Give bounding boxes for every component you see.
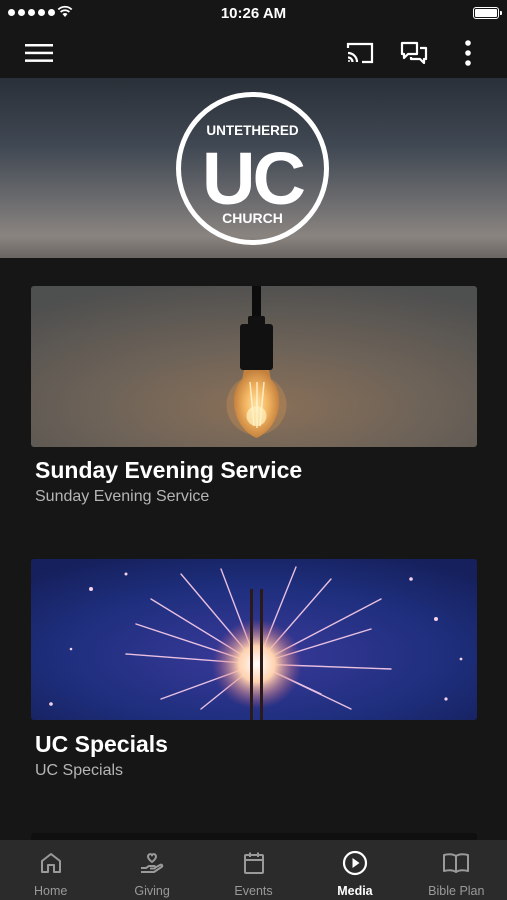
cast-icon[interactable]: [345, 38, 375, 68]
media-title[interactable]: Sunday Evening Service: [35, 457, 302, 484]
media-subtitle: Sunday Evening Service: [35, 488, 210, 505]
status-time: 10:26 AM: [220, 5, 287, 22]
calendar-icon: [242, 850, 266, 876]
play-circle-icon: [342, 850, 368, 876]
more-vertical-icon[interactable]: [453, 38, 483, 68]
tab-label: Events: [234, 884, 273, 898]
home-icon: [39, 850, 63, 876]
tab-home[interactable]: Home: [0, 840, 101, 900]
tab-label: Home: [34, 884, 68, 898]
chat-bubbles-icon[interactable]: [399, 38, 429, 68]
tab-label: Bible Plan: [428, 884, 485, 898]
battery-icon: [473, 7, 502, 19]
tab-label: Media: [337, 884, 373, 898]
tab-bible-plan[interactable]: Bible Plan: [406, 840, 507, 900]
light-bulb-image: [31, 286, 477, 447]
status-bar: 10:26 AM: [0, 0, 507, 28]
sparkler-image: [31, 559, 477, 720]
logo-bottom-text: CHURCH: [222, 210, 283, 226]
media-card-sunday-evening-service[interactable]: [31, 286, 477, 447]
top-app-bar: [0, 28, 507, 78]
open-book-icon: [442, 850, 470, 876]
media-card-uc-specials[interactable]: [31, 559, 477, 720]
logo-mid-text: UC: [202, 137, 304, 220]
hamburger-menu-icon[interactable]: [24, 38, 54, 68]
tab-events[interactable]: Events: [203, 840, 304, 900]
media-title[interactable]: UC Specials: [35, 731, 168, 758]
tab-giving[interactable]: Giving: [101, 840, 202, 900]
logo-top-text: UNTETHERED: [206, 123, 299, 138]
media-subtitle: UC Specials: [35, 762, 124, 779]
bottom-tab-bar: Home Giving Events Media Bible Plan: [0, 840, 507, 900]
church-logo: UNTETHERED UC CHURCH: [176, 92, 329, 245]
tab-media[interactable]: Media: [304, 840, 405, 900]
tab-label: Giving: [134, 884, 170, 898]
giving-hand-heart-icon: [139, 850, 165, 876]
